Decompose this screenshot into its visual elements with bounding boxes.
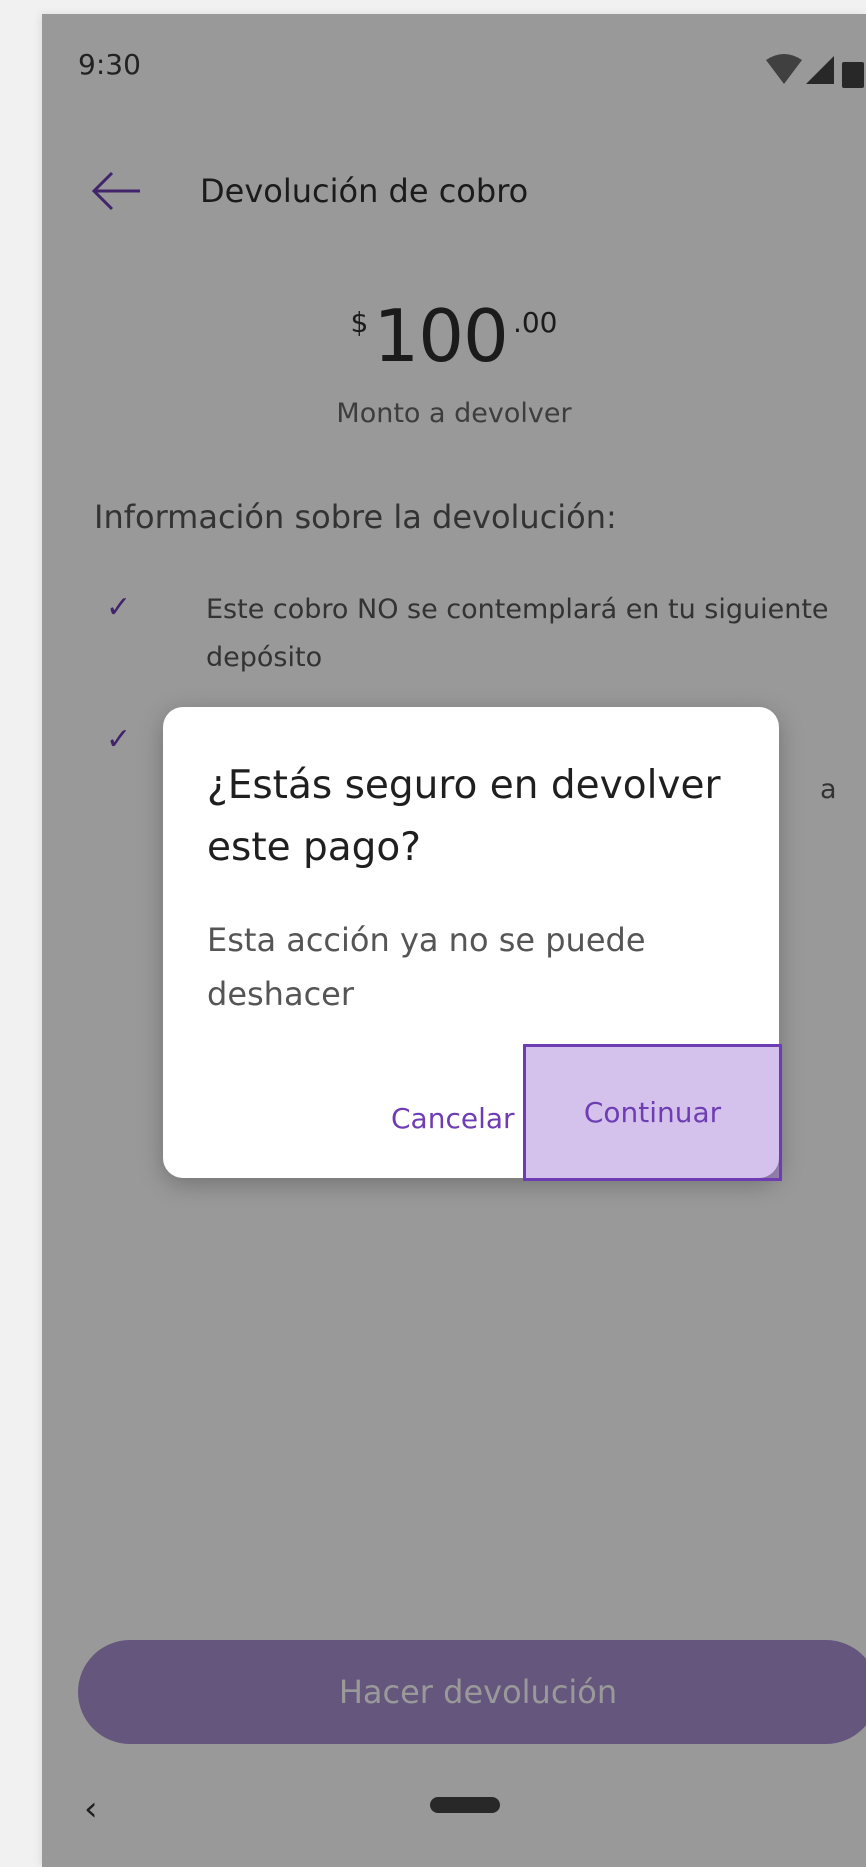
dialog-title-line: ¿Estás seguro en devolver <box>207 763 721 808</box>
cancel-button[interactable]: Cancelar <box>391 1102 515 1135</box>
dialog-body: Esta acción ya no se puede deshacer <box>207 913 747 1021</box>
confirm-dialog: ¿Estás seguro en devolver este pago? Est… <box>163 707 782 1181</box>
dialog-title: ¿Estás seguro en devolver este pago? <box>207 755 747 879</box>
dialog-title-line: este pago? <box>207 825 421 870</box>
continue-button-label: Continuar <box>583 1096 722 1129</box>
dialog-body-line: Esta acción ya no se puede <box>207 921 646 959</box>
dialog-body-line: deshacer <box>207 975 354 1013</box>
continue-button[interactable]: Continuar <box>523 1044 782 1181</box>
